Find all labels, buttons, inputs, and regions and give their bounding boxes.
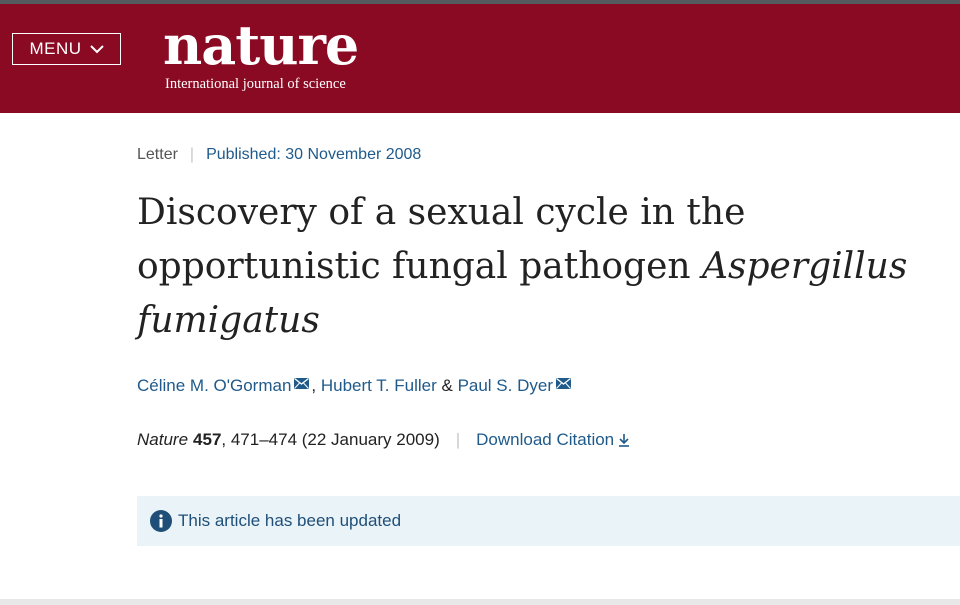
journal-volume: 457	[193, 430, 222, 449]
email-icon[interactable]	[556, 377, 571, 389]
article-type: Letter	[137, 146, 178, 163]
author-separator: &	[436, 376, 458, 395]
pages-date: , 471–474 (22 January 2009)	[221, 430, 440, 449]
update-notice[interactable]: This article has been updated	[137, 496, 960, 546]
chevron-down-icon	[89, 44, 104, 53]
masthead: MENU nature International journal of sci…	[0, 4, 960, 113]
article-meta: Letter | Published: 30 November 2008	[137, 146, 421, 164]
download-arrow-icon	[619, 434, 630, 447]
journal-name: Nature	[137, 430, 189, 449]
article-title: Discovery of a sexual cycle in the oppor…	[137, 186, 957, 348]
author-separator: ,	[311, 376, 321, 395]
author-link[interactable]: Céline M. O'Gorman	[137, 376, 291, 396]
meta-divider: |	[189, 146, 195, 163]
author-list: Céline M. O'Gorman , Hubert T. Fuller & …	[137, 376, 573, 396]
menu-label: MENU	[29, 39, 82, 58]
update-notice-text: This article has been updated	[178, 511, 402, 530]
author-link[interactable]: Hubert T. Fuller	[321, 376, 437, 396]
title-main: Discovery of a sexual cycle in the oppor…	[137, 192, 746, 287]
info-icon	[150, 510, 172, 532]
menu-button[interactable]: MENU	[12, 33, 121, 65]
logo-tagline: International journal of science	[165, 76, 346, 92]
published-date: Published: 30 November 2008	[206, 146, 422, 163]
nature-logo[interactable]: nature	[163, 16, 359, 74]
citation-line: Nature 457 , 471–474 (22 January 2009) |…	[137, 430, 630, 450]
bottom-strip	[0, 599, 960, 605]
email-icon[interactable]	[294, 377, 310, 389]
download-citation-label: Download Citation	[476, 430, 615, 449]
citation-divider: |	[455, 430, 461, 449]
download-citation-link[interactable]: Download Citation	[476, 430, 630, 450]
author-link[interactable]: Paul S. Dyer	[458, 376, 553, 396]
